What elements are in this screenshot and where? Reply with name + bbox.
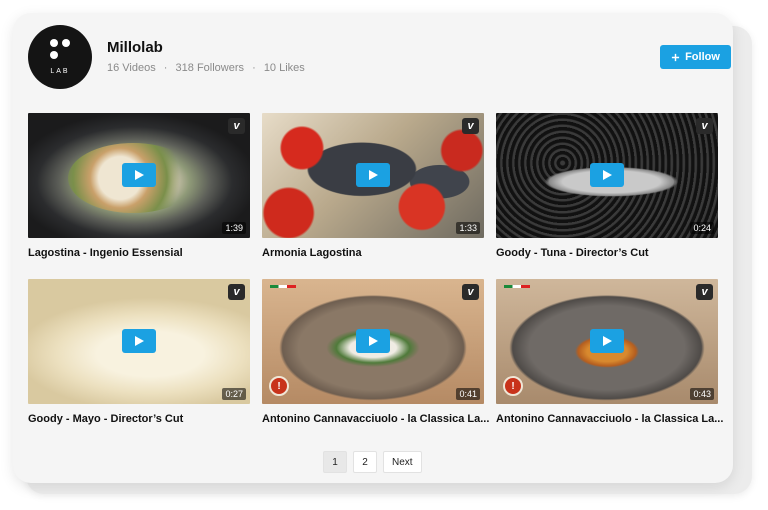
video-title[interactable]: Lagostina - Ingenio Essensial — [28, 247, 250, 259]
video-duration: 1:33 — [456, 222, 480, 234]
play-icon — [602, 336, 612, 346]
vimeo-icon: v — [696, 284, 713, 300]
video-title[interactable]: Goody - Tuna - Director’s Cut — [496, 247, 718, 259]
likes-count: 10 Likes — [263, 62, 305, 74]
video-card[interactable]: v 1:33 Armonia Lagostina — [262, 113, 484, 259]
logo-dot-icon — [62, 39, 70, 47]
logo-text: LAB — [50, 68, 70, 75]
vimeo-icon: v — [228, 118, 245, 134]
vimeo-icon: v — [228, 284, 245, 300]
play-button[interactable] — [122, 329, 156, 353]
videos-count: 16 Videos — [107, 62, 156, 74]
video-thumbnail[interactable]: v 0:27 — [28, 279, 250, 404]
video-thumbnail[interactable]: v 0:24 — [496, 113, 718, 238]
followers-count: 318 Followers — [175, 62, 245, 74]
video-duration: 0:43 — [690, 388, 714, 400]
brand-badge-icon: ! — [503, 376, 523, 396]
vimeo-feed-widget: LAB Millolab 16 Videos · 318 Followers ·… — [13, 13, 733, 483]
next-page-button[interactable]: Next — [383, 451, 422, 473]
page-button-1[interactable]: 1 — [323, 451, 347, 473]
plus-icon — [671, 53, 680, 61]
video-title[interactable]: Antonino Cannavacciuolo - la Classica La… — [496, 413, 723, 425]
channel-name[interactable]: Millolab — [107, 39, 163, 56]
video-card[interactable]: ! v 0:43 Antonino Cannavacciuolo - la Cl… — [496, 279, 723, 425]
follow-button[interactable]: Follow — [660, 45, 731, 69]
pagination: 1 2 Next — [323, 451, 422, 473]
play-button[interactable] — [590, 329, 624, 353]
video-card[interactable]: v 1:39 Lagostina - Ingenio Essensial — [28, 113, 250, 259]
video-duration: 0:24 — [690, 222, 714, 234]
stat-separator: · — [163, 62, 168, 74]
video-card[interactable]: ! v 0:41 Antonino Cannavacciuolo - la Cl… — [262, 279, 489, 425]
vimeo-icon: v — [696, 118, 713, 134]
stat-separator: · — [252, 62, 256, 74]
video-thumbnail[interactable]: ! v 0:43 — [496, 279, 718, 404]
play-button[interactable] — [122, 163, 156, 187]
channel-stats: 16 Videos · 318 Followers · 10 Likes — [107, 62, 305, 74]
video-duration: 1:39 — [222, 222, 246, 234]
video-title[interactable]: Goody - Mayo - Director’s Cut — [28, 413, 250, 425]
play-icon — [134, 336, 144, 346]
play-icon — [134, 170, 144, 180]
play-icon — [602, 170, 612, 180]
vimeo-icon: v — [462, 284, 479, 300]
play-icon — [368, 336, 378, 346]
video-title[interactable]: Antonino Cannavacciuolo - la Classica La… — [262, 413, 489, 425]
video-duration: 0:27 — [222, 388, 246, 400]
italy-flag-icon — [270, 285, 296, 288]
video-thumbnail[interactable]: v 1:33 — [262, 113, 484, 238]
logo-dot-icon — [50, 51, 58, 59]
play-button[interactable] — [590, 163, 624, 187]
channel-header: LAB Millolab 16 Videos · 318 Followers ·… — [28, 25, 731, 89]
video-card[interactable]: v 0:24 Goody - Tuna - Director’s Cut — [496, 113, 718, 259]
follow-label: Follow — [685, 51, 720, 63]
logo-dot-icon — [50, 39, 58, 47]
play-icon — [368, 170, 378, 180]
channel-logo[interactable]: LAB — [28, 25, 92, 89]
play-button[interactable] — [356, 163, 390, 187]
play-button[interactable] — [356, 329, 390, 353]
video-title[interactable]: Armonia Lagostina — [262, 247, 484, 259]
italy-flag-icon — [504, 285, 530, 288]
brand-badge-icon: ! — [269, 376, 289, 396]
video-thumbnail[interactable]: v 1:39 — [28, 113, 250, 238]
video-duration: 0:41 — [456, 388, 480, 400]
page-button-2[interactable]: 2 — [353, 451, 377, 473]
video-thumbnail[interactable]: ! v 0:41 — [262, 279, 484, 404]
video-card[interactable]: v 0:27 Goody - Mayo - Director’s Cut — [28, 279, 250, 425]
vimeo-icon: v — [462, 118, 479, 134]
